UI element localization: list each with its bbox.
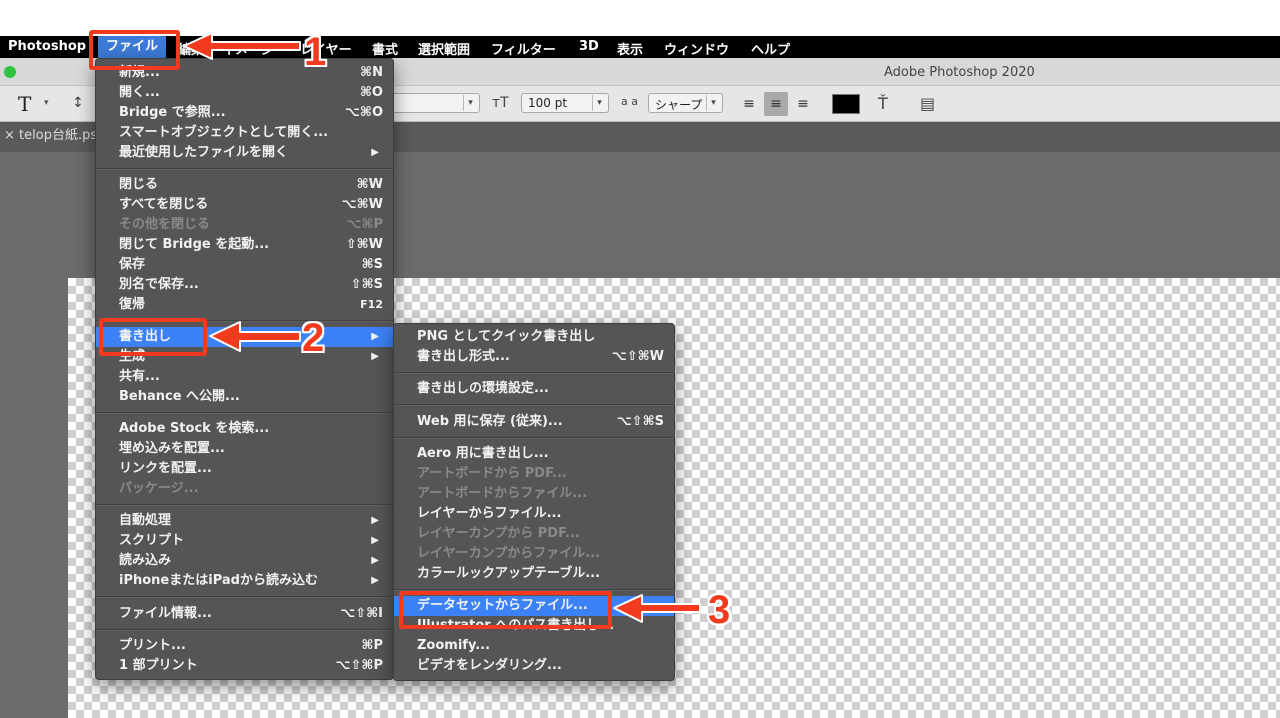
menu-type[interactable]: 書式 <box>372 39 398 58</box>
menu-item-close[interactable]: 閉じる ⌘W <box>96 175 393 195</box>
menu-separator <box>96 629 393 631</box>
font-size-value: 100 pt <box>528 96 568 110</box>
menu-item-zoomify[interactable]: Zoomify... <box>394 636 674 656</box>
menu-item-quick-export-png[interactable]: PNG としてクイック書き出し <box>394 327 674 347</box>
menu-item-open-recent[interactable]: 最近使用したファイルを開く ▶ <box>96 143 393 163</box>
menu-item-open-smart-object[interactable]: スマートオブジェクトとして開く... <box>96 123 393 143</box>
menu-item-export-as[interactable]: 書き出し形式... ⌥⇧⌘W <box>394 347 674 367</box>
menu-item-save-as[interactable]: 別名で保存... ⇧⌘S <box>96 275 393 295</box>
document-tab-label: telop台紙.ps <box>19 128 98 143</box>
chevron-down-icon: ▾ <box>706 95 720 111</box>
chevron-down-icon: ▾ <box>592 95 606 111</box>
menu-separator <box>96 412 393 414</box>
menu-view[interactable]: 表示 <box>617 39 643 58</box>
text-orientation-icon[interactable]: ↕ <box>72 95 84 111</box>
menu-item-close-all[interactable]: すべてを閉じる ⌥⌘W <box>96 195 393 215</box>
panels-icon[interactable]: ▤ <box>920 94 935 113</box>
window-zoom-button[interactable] <box>4 66 16 78</box>
menu-edit[interactable]: 編集 <box>178 39 204 58</box>
menu-separator <box>96 596 393 598</box>
menu-window[interactable]: ウィンドウ <box>664 39 729 58</box>
menu-item-close-others: その他を閉じる ⌥⌘P <box>119 217 383 232</box>
menu-separator <box>394 437 674 439</box>
step3-highlight-box <box>399 591 612 629</box>
menu-item-import-iphone[interactable]: iPhoneまたはiPadから読み込む ▶ <box>96 571 393 591</box>
menu-help[interactable]: ヘルプ <box>751 39 790 58</box>
window-title: Adobe Photoshop 2020 <box>884 65 1035 80</box>
menu-separator <box>394 404 674 406</box>
menu-item-print-one-copy[interactable]: 1 部プリント ⌥⇧⌘P <box>96 656 393 676</box>
menu-item-share[interactable]: 共有... <box>96 367 393 387</box>
menu-item-automate[interactable]: 自動処理 ▶ <box>96 511 393 531</box>
menu-item-save-for-web[interactable]: Web 用に保存 (従来)... ⌥⇧⌘S <box>394 412 674 432</box>
step2-number: 2 <box>302 316 325 360</box>
chevron-down-icon: ▾ <box>463 95 477 111</box>
close-icon[interactable]: × <box>4 128 19 143</box>
menu-item-revert[interactable]: 復帰 F12 <box>96 295 393 315</box>
font-size-select[interactable]: 100 pt ▾ <box>521 93 609 113</box>
antialias-icon: a a <box>621 95 638 108</box>
type-tool-icon[interactable]: T <box>18 92 31 116</box>
menu-item-layers-to-files[interactable]: レイヤーからファイル... <box>394 504 674 524</box>
menu-item-file-info[interactable]: ファイル情報... ⌥⇧⌘I <box>96 604 393 624</box>
antialias-value: シャープ <box>655 98 703 112</box>
menu-separator <box>394 372 674 374</box>
menu-item-search-adobe-stock[interactable]: Adobe Stock を検索... <box>96 419 393 439</box>
menu-image[interactable]: イメージ <box>222 39 274 58</box>
menu-item-scripts[interactable]: スクリプト ▶ <box>96 531 393 551</box>
step1-highlight-box <box>89 30 180 70</box>
menu-item-close-go-bridge[interactable]: 閉じて Bridge を起動... ⇧⌘W <box>96 235 393 255</box>
step3-number: 3 <box>708 588 731 632</box>
menu-item-export-preferences[interactable]: 書き出しの環境設定... <box>394 379 674 399</box>
font-size-icon: ᴛT <box>492 95 509 111</box>
menu-3d[interactable]: 3D <box>579 39 599 54</box>
menu-item-print[interactable]: プリント... ⌘P <box>96 636 393 656</box>
menu-item-browse-bridge[interactable]: Bridge で参照... ⌥⌘O <box>96 103 393 123</box>
menu-item-import[interactable]: 読み込み ▶ <box>96 551 393 571</box>
menu-item-package: パッケージ... <box>119 481 199 496</box>
warp-text-icon[interactable]: Ť <box>878 94 888 113</box>
menu-item-place-linked[interactable]: リンクを配置... <box>96 459 393 479</box>
menu-item-artboards-to-files: アートボードからファイル... <box>417 486 588 501</box>
menu-item-open[interactable]: 開く... ⌘O <box>96 83 393 103</box>
menubar-app-name[interactable]: Photoshop <box>8 39 86 54</box>
menu-select[interactable]: 選択範囲 <box>418 39 470 58</box>
text-color-swatch[interactable] <box>832 94 860 114</box>
menubar: Photoshop ファイル 編集 イメージ レイヤー 書式 選択範囲 フィルタ… <box>0 36 1280 58</box>
font-style-select[interactable]: ▾ <box>382 93 480 113</box>
menu-item-render-video[interactable]: ビデオをレンダリング... <box>394 656 674 676</box>
antialias-select[interactable]: シャープ ▾ <box>648 93 723 113</box>
menu-item-layer-comps-to-files: レイヤーカンプからファイル... <box>417 546 601 561</box>
menu-separator <box>96 504 393 506</box>
menu-item-color-lookup-tables[interactable]: カラールックアップテーブル... <box>394 564 674 584</box>
menu-item-artboards-to-pdf: アートボードから PDF... <box>417 466 567 481</box>
menu-item-place-embedded[interactable]: 埋め込みを配置... <box>96 439 393 459</box>
chevron-down-icon[interactable]: ▾ <box>44 98 49 108</box>
menu-item-export-aero[interactable]: Aero 用に書き出し... <box>394 444 674 464</box>
menu-item-save[interactable]: 保存 ⌘S <box>96 255 393 275</box>
menu-item-share-behance[interactable]: Behance へ公開... <box>96 387 393 407</box>
menu-filter[interactable]: フィルター <box>491 39 556 58</box>
align-right-icon[interactable]: ≡ <box>791 92 815 116</box>
step1-number: 1 <box>304 30 327 74</box>
step2-highlight-box <box>99 318 207 356</box>
align-left-icon[interactable]: ≡ <box>737 92 761 116</box>
align-center-icon[interactable]: ≡ <box>764 92 788 116</box>
menu-separator <box>96 168 393 170</box>
file-menu: 新規... ⌘N 開く... ⌘O Bridge で参照... ⌥⌘O スマートオブジ… <box>95 58 394 680</box>
menu-item-layer-comps-to-pdf: レイヤーカンプから PDF... <box>417 526 580 541</box>
